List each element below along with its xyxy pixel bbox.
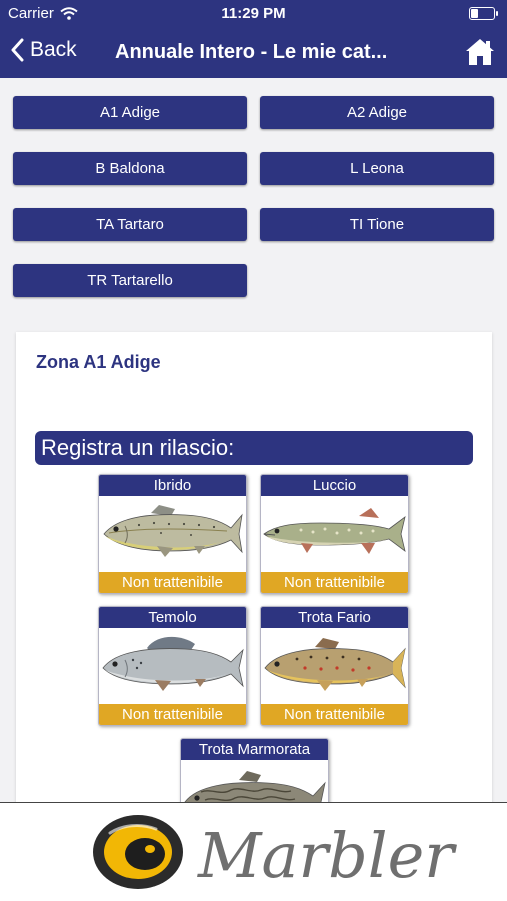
zone-button-a2[interactable]: A2 Adige — [260, 96, 494, 129]
zone-button-l[interactable]: L Leona — [260, 152, 494, 185]
status-time: 11:29 PM — [221, 5, 286, 22]
back-label: Back — [30, 38, 77, 61]
fish-icon — [103, 505, 243, 557]
fish-icon — [184, 771, 326, 802]
fish-tile-luccio[interactable]: Luccio Non trattenibile — [260, 474, 409, 594]
fish-tile-trota-marmorata[interactable]: Trota Marmorata — [180, 738, 329, 802]
marbler-logo: Marbler — [93, 815, 457, 892]
fish-tile-temolo[interactable]: Temolo Non trattenibile — [98, 606, 247, 726]
back-chevron-icon — [11, 38, 24, 62]
zone-card: Zona A1 Adige Registra un rilascio: Ibri… — [16, 332, 492, 802]
fish-name: Luccio — [261, 475, 408, 496]
zone-button-ta[interactable]: TA Tartaro — [13, 208, 247, 241]
release-header: Registra un rilascio: — [35, 431, 473, 465]
fish-status-badge: Non trattenibile — [99, 704, 246, 725]
fish-status-badge: Non trattenibile — [261, 704, 408, 725]
battery-fill — [471, 9, 479, 18]
fish-status-badge: Non trattenibile — [261, 572, 408, 593]
fish-icon — [263, 508, 406, 554]
zone-button-b[interactable]: B Baldona — [13, 152, 247, 185]
back-button[interactable]: Back — [10, 38, 77, 62]
fish-tile-trota-fario[interactable]: Trota Fario Non trattenibile — [260, 606, 409, 726]
fish-name: Ibrido — [99, 475, 246, 496]
fish-name: Trota Fario — [261, 607, 408, 628]
page-title: Annuale Intero - Le mie cat... — [115, 41, 388, 63]
zone-button-ti[interactable]: TI Tione — [260, 208, 494, 241]
footer: Marbler — [0, 802, 507, 901]
marbler-logo-text: Marbler — [197, 819, 457, 892]
battery-icon — [469, 7, 498, 20]
zone-button-tr[interactable]: TR Tartarello — [13, 264, 247, 297]
content: A1 Adige A2 Adige B Baldona L Leona TA T… — [0, 78, 507, 802]
zone-title: Zona A1 Adige — [36, 352, 161, 372]
fish-name: Trota Marmorata — [181, 739, 328, 760]
fish-name: Temolo — [99, 607, 246, 628]
fish-tile-ibrido[interactable]: Ibrido Non trattenibile — [98, 474, 247, 594]
fish-status-badge: Non trattenibile — [99, 572, 246, 593]
fish-icon — [264, 638, 406, 691]
home-icon[interactable] — [465, 37, 495, 67]
status-bar: Carrier 11:29 PM — [0, 0, 507, 28]
nav-bar: Back Annuale Intero - Le mie cat... — [0, 28, 507, 78]
zone-button-a1[interactable]: A1 Adige — [13, 96, 247, 129]
fish-icon — [102, 636, 244, 691]
